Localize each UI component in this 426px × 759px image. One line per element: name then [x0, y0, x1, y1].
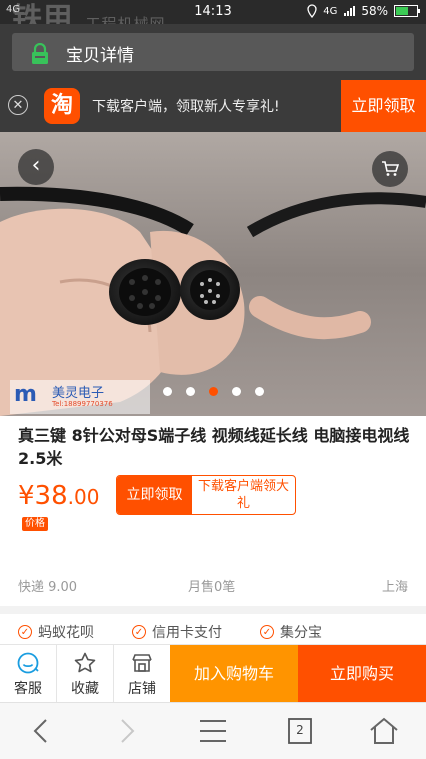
forward-icon[interactable] — [110, 715, 142, 747]
carousel-indicator — [0, 381, 426, 400]
cart-icon[interactable] — [372, 151, 408, 187]
favorite-button[interactable]: 收藏 — [57, 645, 113, 703]
star-icon — [74, 652, 96, 673]
battery-percent: 58% — [361, 4, 388, 18]
lock-icon — [32, 43, 48, 64]
product-image-gallery[interactable]: ‹ m 美灵电子 Tel:18899770376 — [0, 132, 426, 416]
home-icon[interactable] — [368, 715, 400, 747]
buy-now-button[interactable]: 立即购买 — [298, 645, 426, 703]
customer-service-button[interactable]: 客服 — [0, 645, 56, 703]
carousel-dot[interactable] — [185, 387, 195, 396]
service-item: ✓ 集分宝 — [260, 622, 322, 642]
product-title: 真三键 8针公对母S端子线 视频线延长线 电脑接电视线 2.5米 — [18, 426, 410, 468]
coupon-download-text[interactable]: 下载客户端领大礼 — [192, 476, 295, 514]
bottom-action-bar: 客服 收藏 店铺 加入购物车 立即购买 — [0, 644, 426, 703]
shipping-fee: 快递 9.00 — [18, 580, 78, 595]
status-bar: 4G 铁甲 工程机械网 14:13 4G 58% — [0, 0, 426, 37]
network-label: 4G — [323, 5, 338, 17]
check-icon: ✓ — [132, 625, 146, 639]
back-icon[interactable] — [26, 715, 58, 747]
check-icon: ✓ — [260, 625, 274, 639]
battery-icon — [394, 5, 420, 17]
coupon-banner[interactable]: 立即领取 下载客户端领大礼 — [116, 475, 296, 515]
service-item: ✓ 信用卡支付 — [132, 622, 222, 642]
back-arrow-icon[interactable]: ‹ — [18, 149, 54, 185]
carousel-dot[interactable] — [254, 387, 264, 396]
close-icon[interactable]: ✕ — [8, 95, 28, 115]
taobao-app-icon: 淘 — [44, 88, 80, 124]
monthly-sales: 月售0笔 — [188, 580, 236, 595]
browser-nav-bar: 2 — [0, 702, 426, 759]
price-tag-badge: 价格 — [22, 517, 48, 531]
download-promo-bar: ✕ 淘 下载客户端，领取新人专享礼! 立即领取 — [0, 80, 426, 132]
page-title: 宝贝详情 — [66, 46, 134, 66]
location-icon — [307, 4, 317, 18]
carousel-dot[interactable] — [231, 387, 241, 396]
product-photo — [0, 132, 426, 416]
ship-from-location: 上海 — [381, 580, 408, 595]
coupon-claim-button[interactable]: 立即领取 — [117, 476, 192, 514]
title-bar: 宝贝详情 — [0, 24, 426, 80]
promo-text: 下载客户端，领取新人专享礼! — [92, 99, 280, 115]
section-divider — [0, 606, 426, 614]
claim-now-button[interactable]: 立即领取 — [341, 80, 426, 132]
tab-count: 2 — [296, 723, 304, 737]
tabs-button[interactable]: 2 — [284, 715, 316, 747]
shop-button[interactable]: 店铺 — [114, 645, 170, 703]
check-icon: ✓ — [18, 625, 32, 639]
shop-icon — [132, 654, 152, 672]
signal-icon — [344, 6, 356, 16]
chat-face-icon — [17, 652, 39, 674]
product-price: ¥38.00 — [18, 481, 100, 511]
carousel-dot[interactable] — [162, 387, 172, 396]
menu-icon[interactable] — [197, 715, 229, 747]
carousel-dot[interactable] — [208, 387, 218, 396]
add-to-cart-button[interactable]: 加入购物车 — [170, 645, 298, 703]
url-box[interactable]: 宝贝详情 — [12, 33, 414, 71]
service-item: ✓ 蚂蚁花呗 — [18, 622, 94, 642]
status-icons: 4G 58% — [307, 4, 420, 18]
